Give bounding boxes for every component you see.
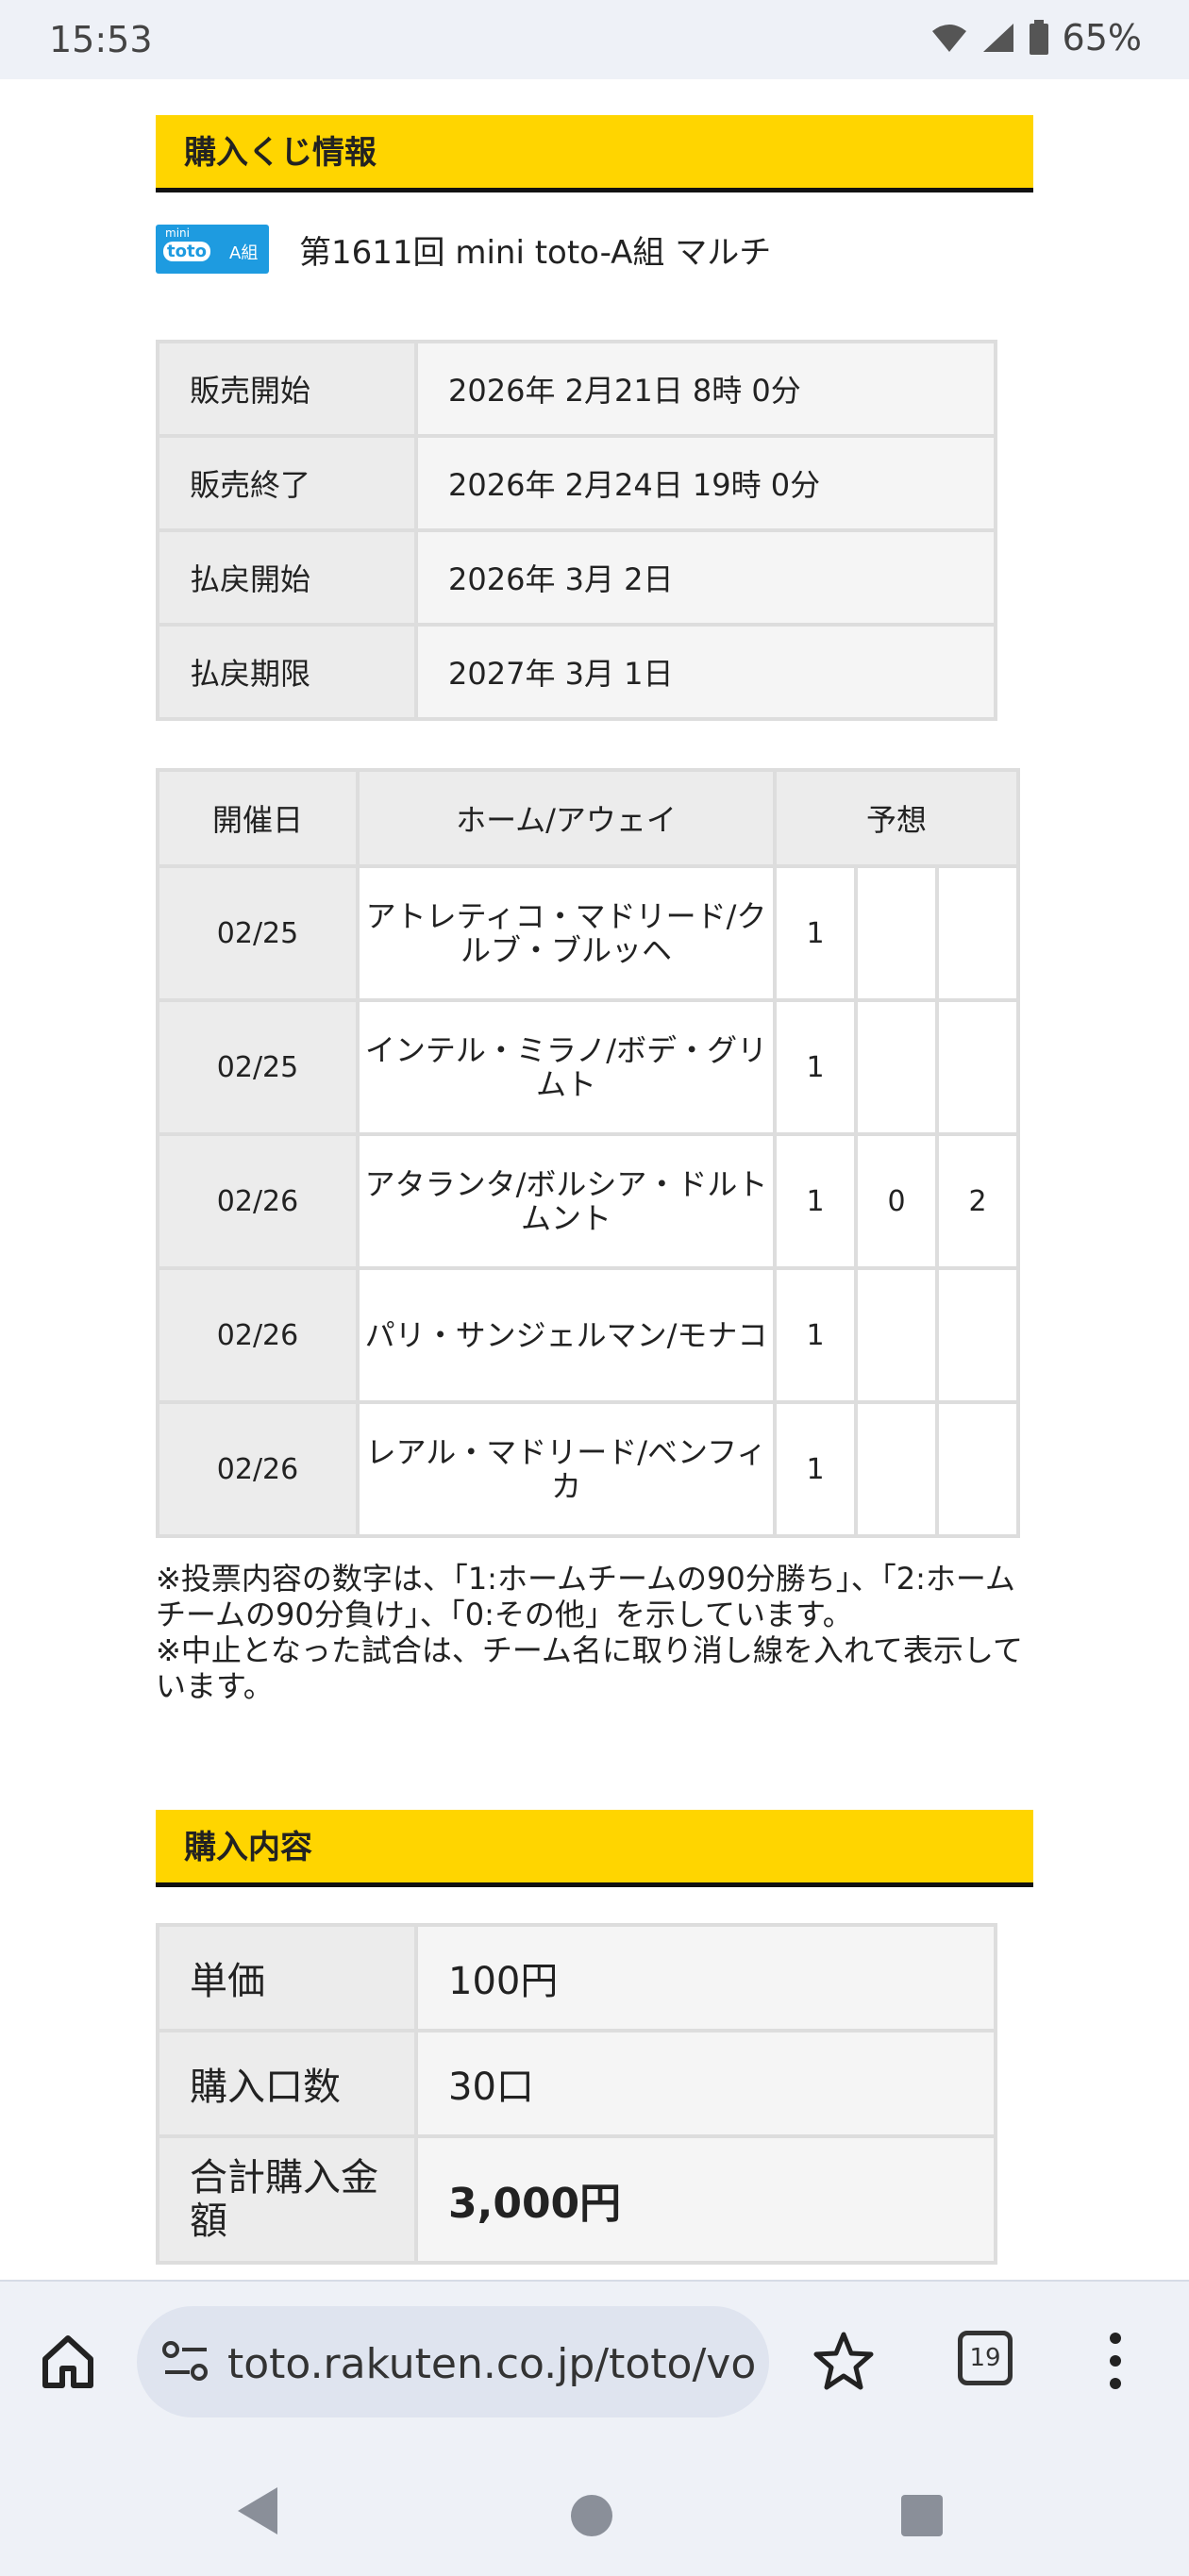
page-content: 購入くじ情報 mini toto A組 第1611回 mini toto-A組 … bbox=[0, 79, 1189, 2280]
url-text[interactable]: toto.rakuten.co.jp/toto/vo bbox=[227, 2340, 756, 2388]
pick-2: 0 bbox=[858, 1136, 935, 1266]
battery-icon bbox=[1029, 20, 1048, 55]
table-row: 購入口数 30口 bbox=[159, 2032, 994, 2134]
info-label: 払戻期限 bbox=[159, 627, 414, 717]
browser-toolbar: toto.rakuten.co.jp/toto/vo 19 bbox=[0, 2280, 1189, 2455]
wifi-icon bbox=[931, 25, 966, 52]
logo-group: A組 bbox=[229, 243, 259, 263]
game-date: 02/26 bbox=[159, 1136, 356, 1266]
lottery-title-row: mini toto A組 第1611回 mini toto-A組 マルチ bbox=[156, 221, 771, 277]
table-row: 合計購入金額 3,000円 bbox=[159, 2138, 994, 2261]
pick-2 bbox=[858, 868, 935, 998]
header-date: 開催日 bbox=[159, 772, 356, 864]
bookmark-star-icon[interactable] bbox=[812, 2329, 876, 2393]
game-date: 02/26 bbox=[159, 1404, 356, 1534]
pick-1: 1 bbox=[777, 868, 854, 998]
table-row: 単価 100円 bbox=[159, 1927, 994, 2029]
logo-text-toto: toto bbox=[163, 242, 210, 261]
table-row: 販売開始 2026年 2月21日 8時 0分 bbox=[159, 343, 994, 434]
header-teams: ホーム/アウェイ bbox=[360, 772, 773, 864]
pick-3: 2 bbox=[939, 1136, 1016, 1266]
info-label: 販売開始 bbox=[159, 343, 414, 434]
signal-icon bbox=[982, 24, 1013, 52]
tab-switcher-button[interactable]: 19 bbox=[958, 2331, 1013, 2385]
pick-3 bbox=[939, 1270, 1016, 1400]
purchase-label: 購入口数 bbox=[159, 2032, 414, 2134]
status-bar: 15:53 65% bbox=[0, 0, 1189, 79]
info-value: 2026年 3月 2日 bbox=[418, 532, 994, 623]
table-row: 02/25 インテル・ミラノ/ボデ・グリムト 1 bbox=[159, 1002, 1016, 1132]
site-settings-icon[interactable] bbox=[161, 2338, 210, 2384]
game-teams: アタランタ/ボルシア・ドルトムント bbox=[360, 1136, 773, 1266]
lottery-name: 第1611回 mini toto-A組 マルチ bbox=[299, 233, 772, 272]
note-line: ※投票内容の数字は、「1:ホームチームの90分勝ち」、「2:ホームチームの90分… bbox=[156, 1561, 1015, 1632]
battery-percent: 65% bbox=[1062, 17, 1142, 59]
purchase-value: 30口 bbox=[418, 2032, 994, 2134]
game-teams: アトレティコ・マドリード/クルブ・ブルッヘ bbox=[360, 868, 773, 998]
game-date: 02/26 bbox=[159, 1270, 356, 1400]
table-row: 払戻期限 2027年 3月 1日 bbox=[159, 627, 994, 717]
pick-2 bbox=[858, 1404, 935, 1534]
pick-3 bbox=[939, 868, 1016, 998]
table-row: 02/25 アトレティコ・マドリード/クルブ・ブルッヘ 1 bbox=[159, 868, 1016, 998]
purchase-label: 合計購入金額 bbox=[159, 2138, 414, 2261]
home-icon[interactable] bbox=[38, 2331, 98, 2391]
info-label: 販売終了 bbox=[159, 438, 414, 528]
prediction-notes: ※投票内容の数字は、「1:ホームチームの90分勝ち」、「2:ホームチームの90分… bbox=[156, 1561, 1043, 1704]
info-value: 2026年 2月24日 19時 0分 bbox=[418, 438, 994, 528]
info-value: 2027年 3月 1日 bbox=[418, 627, 994, 717]
table-row: 払戻開始 2026年 3月 2日 bbox=[159, 532, 994, 623]
purchase-content-table: 単価 100円 購入口数 30口 合計購入金額 3,000円 bbox=[156, 1923, 997, 2265]
game-teams: パリ・サンジェルマン/モナコ bbox=[360, 1270, 773, 1400]
purchase-label: 単価 bbox=[159, 1927, 414, 2029]
table-row: 02/26 レアル・マドリード/ベンフィカ 1 bbox=[159, 1404, 1016, 1534]
pick-1: 1 bbox=[777, 1404, 854, 1534]
game-date: 02/25 bbox=[159, 1002, 356, 1132]
purchase-value: 100円 bbox=[418, 1927, 994, 2029]
pick-2 bbox=[858, 1002, 935, 1132]
system-navigation-bar bbox=[0, 2455, 1189, 2576]
more-menu-icon[interactable] bbox=[1106, 2329, 1125, 2393]
table-row: 02/26 アタランタ/ボルシア・ドルトムント 1 0 2 bbox=[159, 1136, 1016, 1266]
header-prediction: 予想 bbox=[777, 772, 1016, 864]
info-label: 払戻開始 bbox=[159, 532, 414, 623]
table-header-row: 開催日 ホーム/アウェイ 予想 bbox=[159, 772, 1016, 864]
games-table: 開催日 ホーム/アウェイ 予想 02/25 アトレティコ・マドリード/クルブ・ブ… bbox=[156, 768, 1020, 1538]
logo-text-mini: mini bbox=[165, 226, 190, 240]
game-teams: レアル・マドリード/ベンフィカ bbox=[360, 1404, 773, 1534]
section-heading-purchase-info: 購入くじ情報 bbox=[156, 115, 1033, 192]
pick-1: 1 bbox=[777, 1002, 854, 1132]
game-date: 02/25 bbox=[159, 868, 356, 998]
status-time: 15:53 bbox=[49, 19, 153, 60]
pick-2 bbox=[858, 1270, 935, 1400]
pick-3 bbox=[939, 1002, 1016, 1132]
status-icons: 65% bbox=[930, 17, 1142, 59]
recent-apps-icon[interactable] bbox=[901, 2495, 943, 2536]
sales-info-table: 販売開始 2026年 2月21日 8時 0分 販売終了 2026年 2月24日 … bbox=[156, 340, 997, 721]
game-teams: インテル・ミラノ/ボデ・グリムト bbox=[360, 1002, 773, 1132]
table-row: 02/26 パリ・サンジェルマン/モナコ 1 bbox=[159, 1270, 1016, 1400]
pick-1: 1 bbox=[777, 1136, 854, 1266]
address-bar[interactable]: toto.rakuten.co.jp/toto/vo bbox=[137, 2306, 769, 2417]
purchase-total-value: 3,000円 bbox=[418, 2138, 994, 2261]
pick-3 bbox=[939, 1404, 1016, 1534]
home-nav-icon[interactable] bbox=[571, 2495, 612, 2536]
info-value: 2026年 2月21日 8時 0分 bbox=[418, 343, 994, 434]
note-line: ※中止となった試合は、チーム名に取り消し線を入れて表示しています。 bbox=[156, 1632, 1023, 1704]
section-heading-purchase-content: 購入内容 bbox=[156, 1810, 1033, 1887]
back-icon[interactable] bbox=[236, 2485, 279, 2536]
table-row: 販売終了 2026年 2月24日 19時 0分 bbox=[159, 438, 994, 528]
pick-1: 1 bbox=[777, 1270, 854, 1400]
mini-toto-logo: mini toto A組 bbox=[156, 225, 269, 274]
